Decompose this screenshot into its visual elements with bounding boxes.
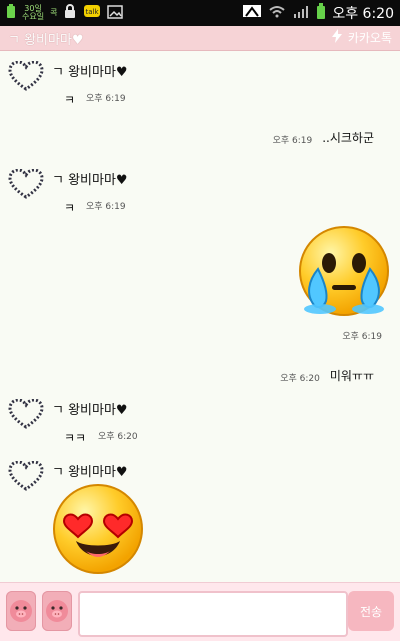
wifi-icon — [268, 3, 286, 23]
svg-text:talk: talk — [86, 8, 100, 16]
notification-text: 콕 — [50, 8, 58, 17]
lightning-icon — [330, 29, 344, 46]
extra-menu-button[interactable] — [42, 591, 72, 631]
emoticon-button[interactable] — [6, 591, 36, 631]
message-incoming: ㄱ 왕비마마♥ ㅋ 오후 6:19 — [0, 57, 400, 117]
pig-face-icon — [45, 599, 69, 627]
sender-name: ㄱ 왕비마마♥ — [52, 403, 128, 418]
avatar[interactable] — [8, 398, 44, 429]
avatar[interactable] — [8, 60, 44, 91]
avatar[interactable] — [8, 168, 44, 199]
tools-icon — [242, 3, 262, 23]
app-branding: 카카오톡 — [330, 29, 392, 46]
message-outgoing: 오후 6:20 미워ㅠㅠ — [0, 363, 400, 393]
kakao-icon: talk — [83, 3, 101, 23]
status-bar: 30일 수요일 콕 talk 오후 6:20 — [0, 0, 400, 26]
lock-icon — [63, 3, 77, 23]
date-weekday: 수요일 — [22, 12, 45, 21]
pig-face-icon — [9, 599, 33, 627]
chat-log[interactable]: ㄱ 왕비마마♥ ㅋ 오후 6:19 오후 6:19 ..시크하군 ㄱ 왕비마마♥… — [0, 51, 400, 582]
avatar[interactable] — [8, 460, 44, 491]
message-incoming: ㄱ 왕비마마♥ ㅋ 오후 6:19 — [0, 165, 400, 225]
message-text: ㅋ — [64, 201, 76, 215]
outgoing-row: 오후 6:19 ..시크하군 — [273, 129, 374, 146]
message-incoming-emoji: ㄱ 왕비마마♥ — [0, 455, 400, 582]
outgoing-row: 오후 6:20 미워ㅠㅠ — [280, 367, 374, 384]
chat-title: ㄱ 왕비마마♥ — [8, 33, 84, 48]
message-input-bar: 전송 — [0, 582, 400, 641]
heart-eyes-face-emoji — [50, 481, 146, 577]
sender-name: ㄱ 왕비마마♥ — [52, 465, 128, 480]
signal-icon — [292, 3, 310, 23]
message-incoming: ㄱ 왕비마마♥ ㅋㅋ 오후 6:20 — [0, 395, 400, 455]
sender-name: ㄱ 왕비마마♥ — [52, 173, 128, 188]
message-outgoing-emoji: 오후 6:19 — [0, 217, 400, 343]
message-text: ..시크하군 — [322, 131, 374, 145]
message-time: 오후 6:19 — [272, 136, 313, 146]
message-time: 오후 6:20 — [280, 374, 320, 384]
message-time: 오후 6:19 — [86, 94, 126, 104]
message-outgoing: 오후 6:19 ..시크하군 — [0, 125, 400, 155]
message-time: 오후 6:19 — [342, 332, 382, 342]
message-text: 미워ㅠㅠ — [329, 369, 374, 383]
send-button[interactable]: 전송 — [348, 591, 394, 631]
message-text: ㅋㅋ — [64, 431, 87, 445]
battery-status-icon — [6, 3, 16, 23]
message-time: 오후 6:19 — [86, 202, 126, 212]
chat-title-bar: ㄱ 왕비마마♥ 카카오톡 — [0, 26, 400, 51]
sender-name: ㄱ 왕비마마♥ — [52, 65, 128, 80]
message-input[interactable] — [78, 591, 348, 637]
message-text: ㅋ — [64, 93, 76, 107]
status-bar-right: 오후 6:20 — [242, 2, 394, 24]
status-time: 오후 6:20 — [332, 6, 394, 22]
status-bar-left: 30일 수요일 콕 talk — [6, 2, 124, 24]
battery-icon — [316, 2, 326, 24]
crying-face-emoji — [296, 223, 392, 319]
image-icon — [107, 4, 124, 23]
message-time: 오후 6:20 — [98, 432, 138, 442]
app-name: 카카오톡 — [347, 31, 392, 45]
date-indicator: 30일 수요일 — [22, 5, 44, 21]
